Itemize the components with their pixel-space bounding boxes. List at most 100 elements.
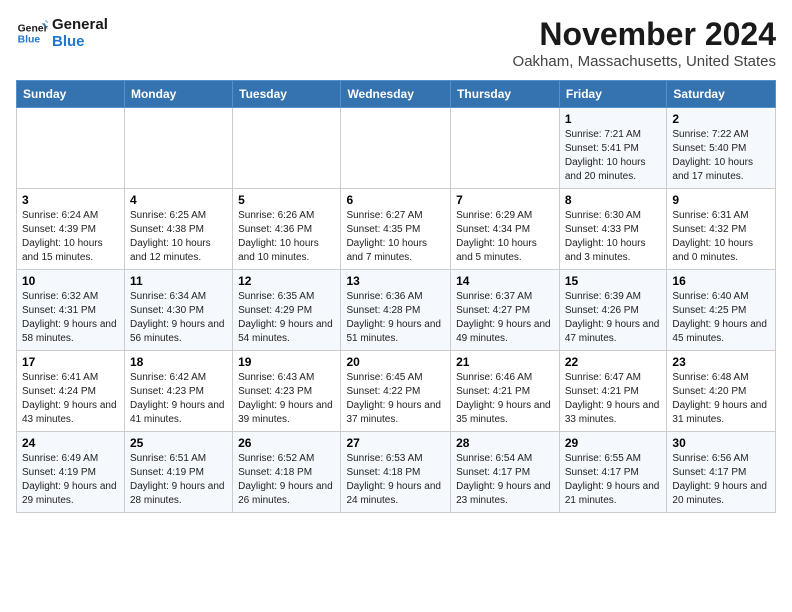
calendar-header: SundayMondayTuesdayWednesdayThursdayFrid… xyxy=(17,81,776,108)
calendar-cell: 4 Sunrise: 6:25 AMSunset: 4:38 PMDaylight… xyxy=(124,189,232,270)
day-info: Sunrise: 7:22 AMSunset: 5:40 PMDaylight:… xyxy=(672,128,770,184)
calendar-cell: 26 Sunrise: 6:52 AMSunset: 4:18 PMDayligh… xyxy=(233,432,341,513)
day-info: Sunrise: 6:55 AMSunset: 4:17 PMDaylight:… xyxy=(565,452,662,508)
day-info: Sunrise: 6:49 AMSunset: 4:19 PMDaylight:… xyxy=(22,452,119,508)
day-number: 2 xyxy=(672,112,770,126)
calendar-cell: 16 Sunrise: 6:40 AMSunset: 4:25 PMDayligh… xyxy=(667,270,776,351)
day-info: Sunrise: 6:56 AMSunset: 4:17 PMDaylight:… xyxy=(672,452,770,508)
calendar-cell: 22 Sunrise: 6:47 AMSunset: 4:21 PMDayligh… xyxy=(559,351,667,432)
day-number: 29 xyxy=(565,436,662,450)
calendar-cell: 12 Sunrise: 6:35 AMSunset: 4:29 PMDayligh… xyxy=(233,270,341,351)
day-info: Sunrise: 6:42 AMSunset: 4:23 PMDaylight:… xyxy=(130,371,227,427)
day-number: 17 xyxy=(22,355,119,369)
day-number: 10 xyxy=(22,274,119,288)
calendar-cell: 23Sunrise: 6:48 AMSunset: 4:20 PMDayligh… xyxy=(667,351,776,432)
day-info: Sunrise: 6:47 AMSunset: 4:21 PMDaylight:… xyxy=(565,371,662,427)
day-number: 18 xyxy=(130,355,227,369)
day-info: Sunrise: 7:21 AMSunset: 5:41 PMDaylight:… xyxy=(565,128,662,184)
calendar-cell: 21 Sunrise: 6:46 AMSunset: 4:21 PMDayligh… xyxy=(451,351,560,432)
day-number: 14 xyxy=(456,274,554,288)
day-info: Sunrise: 6:35 AMSunset: 4:29 PMDaylight:… xyxy=(238,290,335,346)
day-number: 23 xyxy=(672,355,770,369)
calendar-cell: 3 Sunrise: 6:24 AMSunset: 4:39 PMDaylight… xyxy=(17,189,125,270)
calendar-cell: 9 Sunrise: 6:31 AMSunset: 4:32 PMDaylight… xyxy=(667,189,776,270)
calendar-cell: 18 Sunrise: 6:42 AMSunset: 4:23 PMDayligh… xyxy=(124,351,232,432)
calendar-cell: 8Sunrise: 6:30 AMSunset: 4:33 PMDaylight… xyxy=(559,189,667,270)
day-info: Sunrise: 6:43 AMSunset: 4:23 PMDaylight:… xyxy=(238,371,335,427)
day-number: 5 xyxy=(238,193,335,207)
day-info: Sunrise: 6:41 AMSunset: 4:24 PMDaylight:… xyxy=(22,371,119,427)
day-number: 20 xyxy=(346,355,445,369)
day-number: 26 xyxy=(238,436,335,450)
day-number: 15 xyxy=(565,274,662,288)
day-number: 22 xyxy=(565,355,662,369)
weekday-header-thursday: Thursday xyxy=(451,81,560,108)
calendar-cell: 6 Sunrise: 6:27 AMSunset: 4:35 PMDaylight… xyxy=(341,189,451,270)
day-number: 21 xyxy=(456,355,554,369)
day-number: 12 xyxy=(238,274,335,288)
day-number: 4 xyxy=(130,193,227,207)
calendar-week-4: 17 Sunrise: 6:41 AMSunset: 4:24 PMDayligh… xyxy=(17,351,776,432)
day-number: 9 xyxy=(672,193,770,207)
calendar-cell: 20 Sunrise: 6:45 AMSunset: 4:22 PMDayligh… xyxy=(341,351,451,432)
location-subtitle: Oakham, Massachusetts, United States xyxy=(513,53,776,70)
day-info: Sunrise: 6:34 AMSunset: 4:30 PMDaylight:… xyxy=(130,290,227,346)
calendar-cell: 1Sunrise: 7:21 AMSunset: 5:41 PMDaylight… xyxy=(559,108,667,189)
day-info: Sunrise: 6:25 AMSunset: 4:38 PMDaylight:… xyxy=(130,209,227,265)
day-number: 24 xyxy=(22,436,119,450)
calendar-cell xyxy=(124,108,232,189)
calendar-cell: 17 Sunrise: 6:41 AMSunset: 4:24 PMDayligh… xyxy=(17,351,125,432)
day-info: Sunrise: 6:40 AMSunset: 4:25 PMDaylight:… xyxy=(672,290,770,346)
day-info: Sunrise: 6:51 AMSunset: 4:19 PMDaylight:… xyxy=(130,452,227,508)
day-number: 13 xyxy=(346,274,445,288)
calendar-week-2: 3 Sunrise: 6:24 AMSunset: 4:39 PMDaylight… xyxy=(17,189,776,270)
calendar-week-1: 1Sunrise: 7:21 AMSunset: 5:41 PMDaylight… xyxy=(17,108,776,189)
day-number: 6 xyxy=(346,193,445,207)
svg-text:Blue: Blue xyxy=(18,35,41,46)
weekday-header-tuesday: Tuesday xyxy=(233,81,341,108)
day-info: Sunrise: 6:31 AMSunset: 4:32 PMDaylight:… xyxy=(672,209,770,265)
calendar-cell: 15 Sunrise: 6:39 AMSunset: 4:26 PMDayligh… xyxy=(559,270,667,351)
day-info: Sunrise: 6:39 AMSunset: 4:26 PMDaylight:… xyxy=(565,290,662,346)
calendar-cell: 2 Sunrise: 7:22 AMSunset: 5:40 PMDaylight… xyxy=(667,108,776,189)
day-number: 27 xyxy=(346,436,445,450)
day-number: 19 xyxy=(238,355,335,369)
day-info: Sunrise: 6:30 AMSunset: 4:33 PMDaylight:… xyxy=(565,209,662,265)
calendar-cell xyxy=(341,108,451,189)
logo-icon: General Blue xyxy=(16,17,48,49)
day-info: Sunrise: 6:27 AMSunset: 4:35 PMDaylight:… xyxy=(346,209,445,265)
day-info: Sunrise: 6:46 AMSunset: 4:21 PMDaylight:… xyxy=(456,371,554,427)
calendar-cell xyxy=(233,108,341,189)
month-title: November 2024 xyxy=(513,16,776,53)
day-number: 30 xyxy=(672,436,770,450)
calendar-cell: 5Sunrise: 6:26 AMSunset: 4:36 PMDaylight… xyxy=(233,189,341,270)
day-number: 3 xyxy=(22,193,119,207)
calendar-cell: 25Sunrise: 6:51 AMSunset: 4:19 PMDayligh… xyxy=(124,432,232,513)
calendar-cell: 27 Sunrise: 6:53 AMSunset: 4:18 PMDayligh… xyxy=(341,432,451,513)
weekday-header-sunday: Sunday xyxy=(17,81,125,108)
day-number: 28 xyxy=(456,436,554,450)
calendar-cell: 13 Sunrise: 6:36 AMSunset: 4:28 PMDayligh… xyxy=(341,270,451,351)
day-info: Sunrise: 6:45 AMSunset: 4:22 PMDaylight:… xyxy=(346,371,445,427)
day-number: 7 xyxy=(456,193,554,207)
day-number: 16 xyxy=(672,274,770,288)
day-info: Sunrise: 6:36 AMSunset: 4:28 PMDaylight:… xyxy=(346,290,445,346)
day-number: 11 xyxy=(130,274,227,288)
weekday-header-friday: Friday xyxy=(559,81,667,108)
weekday-header-monday: Monday xyxy=(124,81,232,108)
calendar-cell: 24 Sunrise: 6:49 AMSunset: 4:19 PMDayligh… xyxy=(17,432,125,513)
calendar-cell: 14 Sunrise: 6:37 AMSunset: 4:27 PMDayligh… xyxy=(451,270,560,351)
logo-general: General xyxy=(52,16,108,33)
day-info: Sunrise: 6:24 AMSunset: 4:39 PMDaylight:… xyxy=(22,209,119,265)
calendar-cell: 19 Sunrise: 6:43 AMSunset: 4:23 PMDayligh… xyxy=(233,351,341,432)
weekday-header-saturday: Saturday xyxy=(667,81,776,108)
day-info: Sunrise: 6:54 AMSunset: 4:17 PMDaylight:… xyxy=(456,452,554,508)
title-area: November 2024 Oakham, Massachusetts, Uni… xyxy=(513,16,776,70)
day-info: Sunrise: 6:53 AMSunset: 4:18 PMDaylight:… xyxy=(346,452,445,508)
calendar-cell: 10Sunrise: 6:32 AMSunset: 4:31 PMDayligh… xyxy=(17,270,125,351)
calendar-cell: 7Sunrise: 6:29 AMSunset: 4:34 PMDaylight… xyxy=(451,189,560,270)
calendar-cell: 29 Sunrise: 6:55 AMSunset: 4:17 PMDayligh… xyxy=(559,432,667,513)
day-info: Sunrise: 6:37 AMSunset: 4:27 PMDaylight:… xyxy=(456,290,554,346)
calendar-cell: 28 Sunrise: 6:54 AMSunset: 4:17 PMDayligh… xyxy=(451,432,560,513)
day-info: Sunrise: 6:52 AMSunset: 4:18 PMDaylight:… xyxy=(238,452,335,508)
